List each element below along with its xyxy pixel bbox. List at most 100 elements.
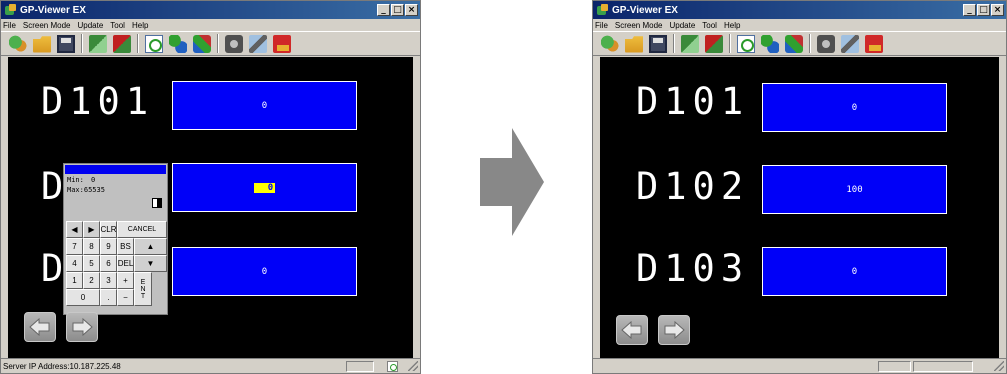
key-9[interactable]: 9 (100, 238, 117, 255)
key-enter[interactable]: E N T (134, 272, 152, 306)
key-dot[interactable]: . (100, 289, 117, 306)
keypad-grid: ◀ ▶ CLR CANCEL 7 8 9 BS ▲ 4 5 6 DEL ▼ 1 … (66, 221, 167, 306)
viewer-window-left: GP-Viewer EX _ □ × File Screen Mode Upda… (0, 0, 421, 374)
key-7[interactable]: 7 (66, 238, 83, 255)
key-plus[interactable]: + (117, 272, 134, 289)
menu-tool[interactable]: Tool (702, 21, 717, 30)
minimize-button[interactable]: _ (963, 4, 976, 16)
value-field-d103[interactable]: 0 (172, 247, 357, 296)
key-8[interactable]: 8 (83, 238, 100, 255)
key-down[interactable]: ▼ (134, 255, 167, 272)
next-screen-button[interactable] (658, 315, 690, 345)
transfer-icon[interactable] (169, 34, 187, 53)
camera-icon[interactable] (225, 34, 243, 53)
id-icon[interactable] (865, 34, 883, 53)
save-icon[interactable] (649, 34, 667, 53)
value-field-d101[interactable]: 0 (762, 83, 947, 132)
value-field-d102[interactable]: 100 (762, 165, 947, 214)
value-d101: 0 (261, 100, 268, 111)
prev-screen-button[interactable] (616, 315, 648, 345)
multi-icon[interactable] (785, 34, 803, 53)
next-screen-button[interactable] (66, 312, 98, 342)
camera-icon[interactable] (817, 34, 835, 53)
toolbar (593, 31, 1006, 56)
left-arrow-icon (621, 321, 642, 339)
address-label-d101: D101 (636, 80, 750, 123)
toolbar-separator (137, 34, 139, 53)
refresh-icon[interactable] (737, 34, 755, 53)
menu-bar: File Screen Mode Update Tool Help (593, 19, 1006, 31)
key-0[interactable]: 0 (66, 289, 100, 306)
status-segment (346, 361, 374, 372)
tool-icon[interactable] (249, 34, 267, 53)
open-folder-icon[interactable] (33, 36, 51, 53)
key-5[interactable]: 5 (83, 255, 100, 272)
menu-file[interactable]: File (3, 21, 16, 30)
key-right[interactable]: ▶ (83, 221, 100, 238)
transfer-icon[interactable] (761, 34, 779, 53)
resize-grip-icon[interactable] (408, 361, 418, 371)
keypad-title-bar (65, 165, 166, 174)
close-button[interactable]: × (991, 4, 1004, 16)
screen-green-icon[interactable] (681, 34, 699, 53)
menu-tool[interactable]: Tool (110, 21, 125, 30)
refresh-icon[interactable] (145, 34, 163, 53)
left-arrow-icon (29, 318, 50, 336)
key-6[interactable]: 6 (100, 255, 117, 272)
menu-screen-mode[interactable]: Screen Mode (23, 21, 71, 30)
prev-screen-button[interactable] (24, 312, 56, 342)
title-bar[interactable]: GP-Viewer EX _ □ × (1, 1, 420, 19)
window-title: GP-Viewer EX (612, 4, 678, 16)
value-d103: 0 (261, 266, 268, 277)
key-2[interactable]: 2 (83, 272, 100, 289)
save-icon[interactable] (57, 34, 75, 53)
menu-help[interactable]: Help (132, 21, 148, 30)
app-icon (596, 3, 609, 17)
address-label-d102: D102 (636, 165, 750, 208)
menu-file[interactable]: File (595, 21, 608, 30)
menu-help[interactable]: Help (724, 21, 740, 30)
screen-red-icon[interactable] (705, 34, 723, 53)
close-button[interactable]: × (405, 4, 418, 16)
screen-green-icon[interactable] (89, 34, 107, 53)
key-minus[interactable]: − (117, 289, 134, 306)
title-bar[interactable]: GP-Viewer EX _ □ × (593, 1, 1006, 19)
key-3[interactable]: 3 (100, 272, 117, 289)
key-del[interactable]: DEL (117, 255, 134, 272)
value-d101: 0 (851, 102, 858, 113)
id-icon[interactable] (273, 34, 291, 53)
maximize-button[interactable]: □ (977, 4, 990, 16)
key-4[interactable]: 4 (66, 255, 83, 272)
connect-icon[interactable] (9, 34, 27, 53)
keypad-mode-icon[interactable] (152, 198, 162, 208)
resize-grip-icon[interactable] (994, 361, 1004, 371)
server-ip-status: Server IP Address:10.187.225.48 (3, 361, 121, 371)
tool-icon[interactable] (841, 34, 859, 53)
key-clr[interactable]: CLR (100, 221, 117, 238)
min-label: Min: (67, 176, 84, 184)
keypad-range: Min: 0 Max: 65535 (65, 175, 166, 196)
menu-update[interactable]: Update (669, 21, 695, 30)
max-label: Max: (67, 186, 84, 194)
value-field-d102[interactable]: 0 (172, 163, 357, 212)
input-cursor: 0 (253, 182, 276, 193)
value-field-d103[interactable]: 0 (762, 247, 947, 296)
minimize-button[interactable]: _ (377, 4, 390, 16)
screen-canvas: D101 0 D102 100 D103 0 (600, 57, 999, 359)
menu-screen-mode[interactable]: Screen Mode (615, 21, 663, 30)
menu-update[interactable]: Update (77, 21, 103, 30)
key-bs[interactable]: BS (117, 238, 134, 255)
toolbar-separator (217, 34, 219, 53)
multi-icon[interactable] (193, 34, 211, 53)
value-field-d101[interactable]: 0 (172, 81, 357, 130)
maximize-button[interactable]: □ (391, 4, 404, 16)
key-up[interactable]: ▲ (134, 238, 167, 255)
key-left[interactable]: ◀ (66, 221, 83, 238)
key-1[interactable]: 1 (66, 272, 83, 289)
key-cancel[interactable]: CANCEL (117, 221, 167, 238)
value-d102: 100 (846, 184, 863, 195)
connect-icon[interactable] (601, 34, 619, 53)
address-label-d101: D101 (41, 80, 155, 123)
screen-red-icon[interactable] (113, 34, 131, 53)
open-folder-icon[interactable] (625, 36, 643, 53)
